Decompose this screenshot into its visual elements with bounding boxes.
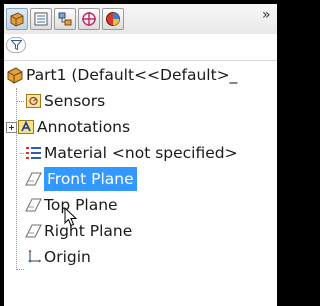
tree-item-label: Top Plane <box>44 196 118 214</box>
tree-item-label: Sensors <box>44 92 106 110</box>
filter-button[interactable] <box>6 37 26 53</box>
filter-row <box>4 34 277 61</box>
tree-item-label: Right Plane <box>44 222 133 240</box>
more-tabs-button[interactable]: » <box>262 7 271 23</box>
part-icon <box>7 67 23 84</box>
sensors-icon <box>26 94 41 108</box>
featuremanager-tab[interactable] <box>6 8 28 30</box>
dimxpert-tab-icon <box>82 12 96 26</box>
plane-icon <box>25 172 42 186</box>
featuremanager-panel: » Part1 (Default<<Default>_ Sensors Anno… <box>4 4 277 306</box>
tree-item-annotations[interactable]: Annotations <box>4 114 277 140</box>
annotations-icon <box>18 120 34 134</box>
tree-item-label-selected: Front Plane <box>44 167 137 191</box>
tree-item-sensors[interactable]: Sensors <box>4 88 277 114</box>
tree-item-label: Annotations <box>37 118 131 136</box>
configurationmanager-tab[interactable] <box>54 8 76 30</box>
tree-item-origin[interactable]: Origin <box>4 244 277 270</box>
material-icon <box>26 147 41 159</box>
origin-icon <box>28 249 42 263</box>
tree-root-part[interactable]: Part1 (Default<<Default>_ <box>4 62 277 88</box>
propertymanager-tab[interactable] <box>30 8 52 30</box>
display-manager-tab-icon <box>106 12 120 26</box>
display-manager-tab[interactable] <box>102 8 124 30</box>
tree-item-material[interactable]: Material <not specified> <box>4 140 277 166</box>
mouse-pointer-icon <box>64 207 78 227</box>
tree-item-label: Material <not specified> <box>44 144 238 162</box>
tree-item-top-plane[interactable]: Top Plane <box>4 192 277 218</box>
dimxpert-tab[interactable] <box>78 8 100 30</box>
tree-item-right-plane[interactable]: Right Plane <box>4 218 277 244</box>
filter-icon <box>11 40 22 50</box>
featuremanager-tab-icon <box>10 12 24 27</box>
tree-root-label: Part1 (Default<<Default>_ <box>26 66 238 84</box>
tree-item-label: Origin <box>44 248 91 266</box>
propertymanager-tab-icon <box>34 12 48 26</box>
tree-item-front-plane[interactable]: Front Plane <box>4 166 277 192</box>
plane-icon <box>25 224 42 238</box>
plane-icon <box>25 198 42 212</box>
expand-plus-icon[interactable] <box>6 122 17 133</box>
configurationmanager-tab-icon <box>58 12 72 26</box>
manager-tab-bar: » <box>4 4 277 34</box>
